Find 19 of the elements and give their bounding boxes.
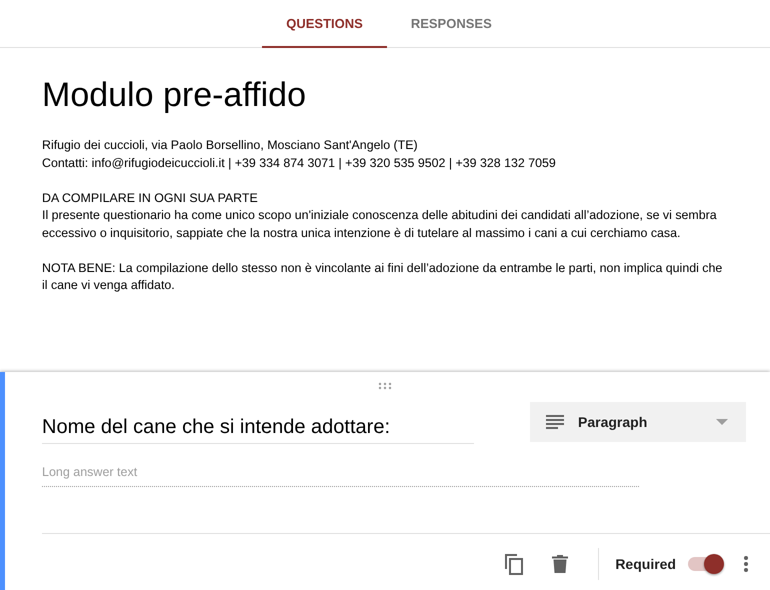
tab[interactable]: QUESTIONS [262, 0, 387, 48]
tab[interactable]: RESPONSES [386, 0, 516, 48]
description-text: NOTA BENE: La compilazione dello stesso non è vincolante ai fini dell’adozione da entrambe le parti, non implica quindi che il cane vi venga affidato. [42, 260, 724, 294]
description-text: Il presente questionario ha come unico scopo un'iniziale conoscenza delle abitudini dei candidati all’adozione, se vi sembra eccessivo o inquisitorio, sappiate che la nostra unica intenzione è di tutelare al massimo i cani a cui cerchiamo casa. [42, 207, 718, 242]
description-text: Contatti: info@rifugiodeicuccioli.it | +39 334 874 3071 | +39 320 535 9502 | +39 328 132 7059 [42, 154, 557, 172]
description-text: Rifugio dei cuccioli, via Paolo Borsellino, Mosciano Sant'Angelo (TE) [42, 137, 419, 154]
required-switch[interactable] [688, 557, 722, 571]
more-icon[interactable] [744, 556, 748, 572]
trash-icon[interactable] [552, 555, 568, 573]
answer-field: Long answer text [42, 465, 639, 487]
form-title: Modulo pre-affido [42, 76, 307, 115]
paragraph-icon [546, 415, 564, 429]
question-type-dropdown[interactable]: Paragraph [530, 402, 746, 442]
required-label: Required [615, 556, 676, 572]
description-text: DA COMPILARE IN OGNI SUA PARTE [42, 190, 259, 206]
drag-handle-icon[interactable] [378, 382, 392, 390]
caret-icon [716, 419, 728, 425]
question-title-field[interactable]: Nome del cane che si intende adottare: [42, 402, 474, 444]
copy-icon[interactable] [504, 553, 524, 575]
